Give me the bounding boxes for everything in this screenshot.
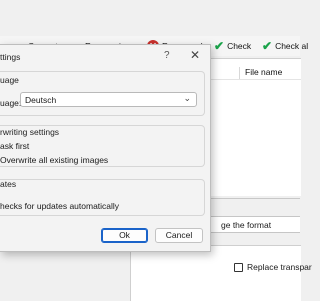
check-all-button[interactable]: ✔ Check al	[262, 36, 308, 56]
auto-update-option[interactable]: hecks for updates automatically	[0, 201, 119, 211]
language-selected-value: Deutsch	[25, 95, 57, 105]
format-field-text: ge the format	[221, 220, 272, 230]
check-label: Check	[227, 41, 252, 51]
file-list[interactable]: File name	[208, 58, 301, 196]
check-icon: ✔	[214, 39, 225, 53]
overwrite-group-heading: rwriting settings	[0, 127, 60, 137]
question-mark-icon[interactable]: ?	[164, 50, 170, 61]
check-all-icon: ✔	[262, 39, 273, 53]
chevron-down-icon: ⌄	[183, 93, 191, 103]
settings-dialog: ttings ? ✕ uage uage: Deutsch ⌄ rwriting…	[0, 44, 211, 252]
check-all-label: Check al	[275, 41, 309, 51]
close-icon[interactable]: ✕	[190, 48, 200, 62]
cancel-button[interactable]: Cancel	[155, 228, 203, 243]
language-group-heading: uage	[0, 75, 19, 85]
ok-button[interactable]: Ok	[101, 228, 148, 243]
file-name-column-header[interactable]: File name	[245, 67, 282, 77]
replace-transparency-label: Replace transpar	[247, 262, 312, 272]
file-list-header: File name	[209, 63, 301, 80]
check-button[interactable]: ✔ Check	[214, 36, 251, 56]
replace-transparency-option[interactable]: Replace transpar	[234, 262, 312, 272]
column-separator[interactable]	[239, 67, 240, 79]
dialog-title: ttings	[0, 52, 21, 62]
overwrite-option-ask[interactable]: ask first	[0, 141, 29, 151]
language-label: uage:	[0, 98, 22, 108]
replace-transparency-checkbox[interactable]	[234, 262, 243, 272]
overwrite-option-all[interactable]: Overwrite all existing images	[0, 155, 108, 165]
language-select[interactable]: Deutsch ⌄	[20, 92, 197, 107]
updates-group-heading: ates	[0, 179, 17, 189]
panel-divider	[208, 198, 300, 199]
options-panel	[130, 245, 301, 301]
format-field[interactable]: ge the format	[208, 216, 300, 233]
